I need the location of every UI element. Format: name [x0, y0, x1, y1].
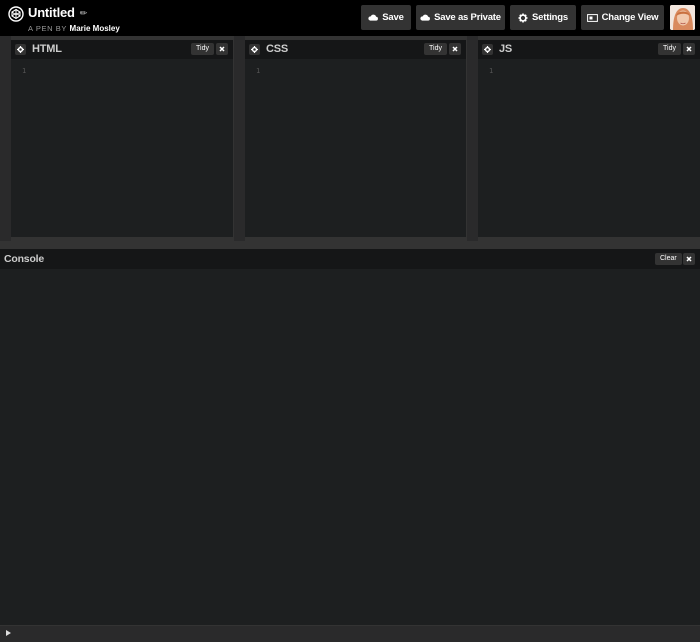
- byline-prefix: A PEN BY: [28, 24, 67, 33]
- console-resizer[interactable]: [0, 241, 700, 249]
- top-bar: Untitled ✏ A PEN BY Marie Mosley Save Sav…: [0, 0, 700, 36]
- pen-title-block: Untitled ✏ A PEN BY Marie Mosley: [28, 4, 120, 33]
- settings-button[interactable]: Settings: [510, 5, 576, 30]
- pane-resizer[interactable]: [234, 36, 245, 241]
- pane-resizer[interactable]: [0, 36, 11, 241]
- author-link[interactable]: Marie Mosley: [70, 24, 120, 33]
- html-editor-pane: HTML Tidy 1: [11, 40, 233, 237]
- cloud-icon: [420, 14, 431, 21]
- gear-icon: [518, 13, 528, 22]
- css-close-button[interactable]: [449, 43, 461, 55]
- pencil-icon[interactable]: ✏: [80, 8, 88, 19]
- html-tidy-button[interactable]: Tidy: [191, 43, 214, 55]
- save-as-private-label: Save as Private: [434, 12, 501, 23]
- html-settings-button[interactable]: [15, 44, 26, 55]
- gear-icon: [17, 46, 24, 53]
- close-icon: [452, 46, 458, 52]
- js-editor-pane: JS Tidy 1: [478, 40, 700, 237]
- css-pane-header: CSS Tidy: [245, 40, 466, 59]
- close-icon: [686, 46, 692, 52]
- codepen-logo-icon[interactable]: [8, 6, 24, 22]
- pen-title[interactable]: Untitled: [28, 5, 75, 20]
- js-pane-header: JS Tidy: [478, 40, 700, 59]
- console-header: Console Clear: [0, 249, 700, 269]
- change-view-icon: [586, 13, 598, 22]
- save-label: Save: [382, 12, 404, 23]
- html-line-number: 1: [22, 67, 27, 75]
- html-pane-title: HTML: [32, 43, 62, 55]
- save-as-private-button[interactable]: Save as Private: [416, 5, 505, 30]
- user-avatar-image: [670, 5, 695, 30]
- play-arrow-icon: [6, 630, 11, 636]
- css-tidy-button[interactable]: Tidy: [424, 43, 447, 55]
- css-pane-title: CSS: [266, 43, 289, 55]
- css-settings-button[interactable]: [249, 44, 260, 55]
- console-output: [0, 269, 700, 625]
- js-tidy-button[interactable]: Tidy: [658, 43, 681, 55]
- pane-resizer[interactable]: [467, 36, 478, 241]
- close-icon: [219, 46, 225, 52]
- gear-icon: [484, 46, 491, 53]
- gear-icon: [251, 46, 258, 53]
- js-line-number: 1: [489, 67, 494, 75]
- console-clear-button[interactable]: Clear: [655, 253, 682, 265]
- js-settings-button[interactable]: [482, 44, 493, 55]
- editor-area: HTML Tidy 1 CSS Tidy 1 JS Tidy 1: [0, 36, 700, 241]
- css-editor-pane: CSS Tidy 1: [245, 40, 466, 237]
- close-icon: [686, 256, 692, 262]
- change-view-label: Change View: [601, 12, 659, 23]
- console-close-button[interactable]: [683, 253, 695, 265]
- cloud-icon: [368, 14, 379, 21]
- css-line-number: 1: [256, 67, 261, 75]
- byline: A PEN BY Marie Mosley: [28, 24, 120, 33]
- change-view-button[interactable]: Change View: [581, 5, 664, 30]
- js-close-button[interactable]: [683, 43, 695, 55]
- avatar[interactable]: [670, 5, 695, 30]
- html-close-button[interactable]: [216, 43, 228, 55]
- console-input[interactable]: [0, 625, 700, 642]
- html-pane-header: HTML Tidy: [11, 40, 233, 59]
- console-title: Console: [4, 253, 45, 265]
- save-button[interactable]: Save: [361, 5, 411, 30]
- js-pane-title: JS: [499, 43, 513, 55]
- settings-label: Settings: [532, 12, 568, 23]
